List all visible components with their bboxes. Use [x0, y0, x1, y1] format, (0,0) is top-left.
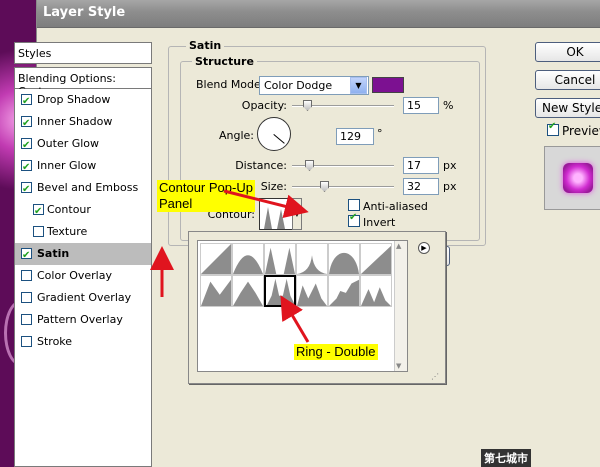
arrow-to-contour: [223, 189, 309, 219]
annotation-arrows: [150, 189, 310, 343]
watermark: 第七城市: [481, 449, 531, 467]
arrow-to-ring-double: [280, 295, 310, 343]
